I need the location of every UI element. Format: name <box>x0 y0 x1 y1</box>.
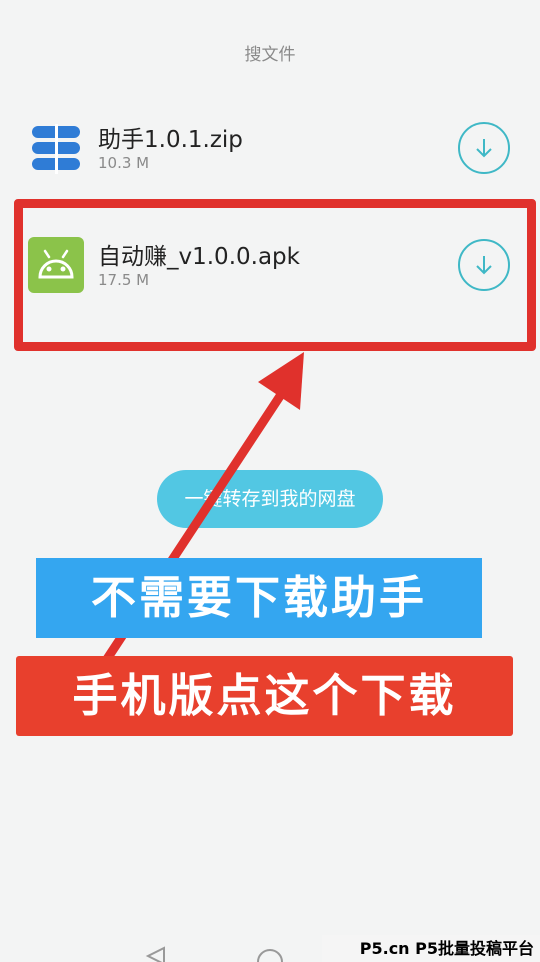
banner-mobile-download: 手机版点这个下载 <box>16 656 513 736</box>
watermark: P5.cn P5批量投稿平台 <box>322 935 540 962</box>
back-icon[interactable] <box>144 946 168 962</box>
banner-no-helper: 不需要下载助手 <box>36 558 482 638</box>
pointer-arrow <box>75 352 304 705</box>
